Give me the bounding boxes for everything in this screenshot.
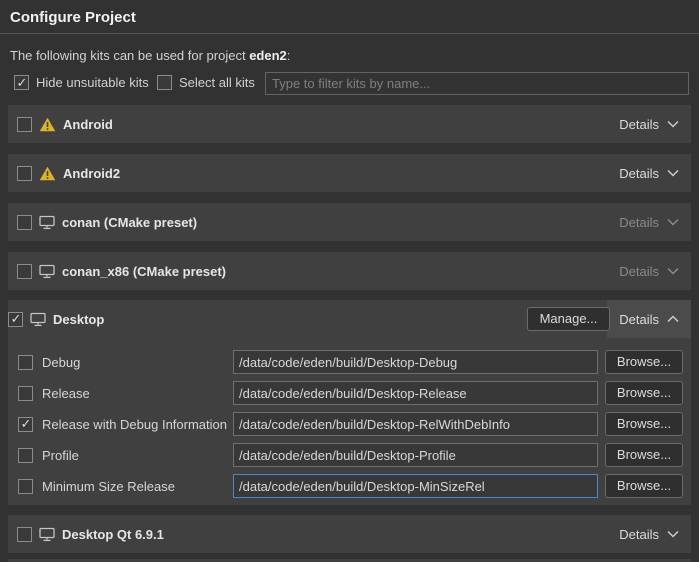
chevron-down-icon (667, 218, 679, 226)
build-config-row-minsizerel: Minimum Size Release Browse... (8, 474, 691, 498)
build-config-row-release: Release Browse... (8, 381, 691, 405)
desktop-monitor-icon (39, 215, 55, 230)
kit-checkbox-desktop[interactable] (8, 312, 23, 327)
build-config-row-profile: Profile Browse... (8, 443, 691, 467)
build-config-checkbox-relwithdebinfo[interactable] (18, 417, 33, 432)
kit-name: Android2 (63, 166, 120, 181)
kit-panel-desktop: Desktop Manage... Details Debug Browse..… (8, 300, 691, 505)
subtitle-colon: : (287, 48, 291, 63)
details-label: Details (619, 166, 659, 181)
manage-kits-button[interactable]: Manage... (527, 307, 610, 331)
chevron-down-icon (667, 120, 679, 128)
build-config-checkbox-profile[interactable] (18, 448, 33, 463)
kit-row-android: Android Details (8, 105, 691, 143)
configure-project-page: Configure Project The following kits can… (0, 0, 699, 562)
build-dir-input-minsizerel[interactable] (233, 474, 598, 498)
subtitle-text: The following kits can be used for proje… (10, 48, 249, 63)
kit-filter-input[interactable] (265, 72, 689, 95)
warning-icon (39, 166, 56, 181)
build-config-checkbox-minsizerel[interactable] (18, 479, 33, 494)
details-label: Details (619, 215, 659, 230)
chevron-down-icon (667, 267, 679, 275)
select-all-kits-control[interactable]: Select all kits (157, 75, 255, 90)
project-name: eden2 (249, 48, 287, 63)
chevron-down-icon (667, 530, 679, 538)
kit-row-desktop: Desktop Manage... Details (8, 300, 691, 338)
browse-button-relwithdebinfo[interactable]: Browse... (605, 412, 683, 436)
page-title: Configure Project (10, 9, 136, 26)
build-config-label: Minimum Size Release (42, 479, 175, 494)
details-button-desktop-qt-691[interactable]: Details (607, 515, 691, 553)
kit-checkbox-conan[interactable] (17, 215, 32, 230)
kit-row-conan-x86: conan_x86 (CMake preset) Details (8, 252, 691, 290)
kit-checkbox-android2[interactable] (17, 166, 32, 181)
build-config-row-relwithdebinfo: Release with Debug Information Browse... (8, 412, 691, 436)
details-button-desktop[interactable]: Details (607, 300, 691, 338)
kit-checkbox-desktop-qt-691[interactable] (17, 527, 32, 542)
select-all-kits-label: Select all kits (179, 75, 255, 90)
kit-name: Android (63, 117, 113, 132)
details-button-conan-x86: Details (607, 252, 691, 290)
hide-unsuitable-kits-label: Hide unsuitable kits (36, 75, 149, 90)
details-button-android[interactable]: Details (607, 105, 691, 143)
hide-unsuitable-kits-control[interactable]: Hide unsuitable kits (14, 75, 149, 90)
kit-name: Desktop Qt 6.9.1 (62, 527, 164, 542)
build-dir-input-profile[interactable] (233, 443, 598, 467)
kit-row-desktop-qt-691: Desktop Qt 6.9.1 Details (8, 515, 691, 553)
build-config-label: Debug (42, 355, 80, 370)
build-config-label: Release with Debug Information (42, 417, 227, 432)
details-label: Details (619, 527, 659, 542)
warning-icon (39, 117, 56, 132)
details-label: Details (619, 264, 659, 279)
details-label: Details (619, 117, 659, 132)
chevron-up-icon (667, 315, 679, 323)
build-dir-input-release[interactable] (233, 381, 598, 405)
browse-button-release[interactable]: Browse... (605, 381, 683, 405)
kits-description: The following kits can be used for proje… (10, 48, 290, 63)
kit-name: conan_x86 (CMake preset) (62, 264, 226, 279)
kit-checkbox-android[interactable] (17, 117, 32, 132)
desktop-monitor-icon (39, 527, 55, 542)
build-config-label: Release (42, 386, 90, 401)
build-config-checkbox-release[interactable] (18, 386, 33, 401)
browse-button-minsizerel[interactable]: Browse... (605, 474, 683, 498)
desktop-monitor-icon (30, 312, 46, 327)
build-config-label: Profile (42, 448, 79, 463)
details-button-conan: Details (607, 203, 691, 241)
desktop-monitor-icon (39, 264, 55, 279)
kit-name: conan (CMake preset) (62, 215, 197, 230)
kit-row-conan: conan (CMake preset) Details (8, 203, 691, 241)
chevron-down-icon (667, 169, 679, 177)
browse-button-debug[interactable]: Browse... (605, 350, 683, 374)
kit-name: Desktop (53, 312, 104, 327)
title-separator (0, 33, 699, 34)
hide-unsuitable-kits-checkbox[interactable] (14, 75, 29, 90)
kit-checkbox-conan-x86[interactable] (17, 264, 32, 279)
build-dir-input-debug[interactable] (233, 350, 598, 374)
browse-button-profile[interactable]: Browse... (605, 443, 683, 467)
select-all-kits-checkbox[interactable] (157, 75, 172, 90)
build-config-checkbox-debug[interactable] (18, 355, 33, 370)
kit-row-android2: Android2 Details (8, 154, 691, 192)
details-button-android2[interactable]: Details (607, 154, 691, 192)
build-config-row-debug: Debug Browse... (8, 350, 691, 374)
details-label: Details (619, 312, 659, 327)
build-dir-input-relwithdebinfo[interactable] (233, 412, 598, 436)
